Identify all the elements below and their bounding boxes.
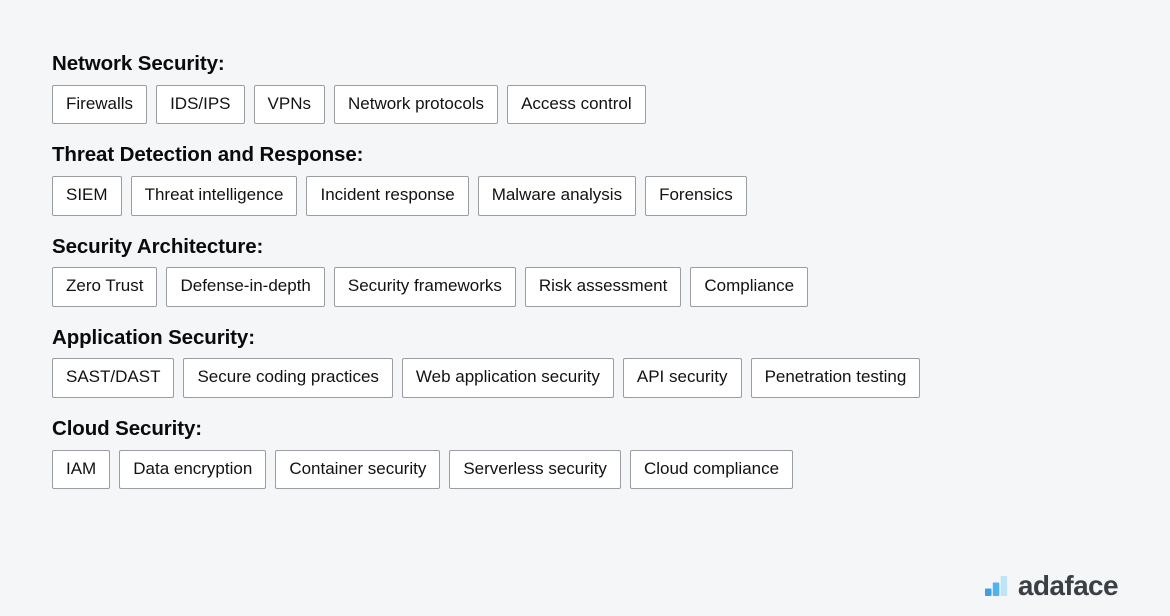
skill-tag[interactable]: Penetration testing <box>750 358 921 399</box>
section-heading: Security Architecture: <box>52 234 264 258</box>
skill-tag[interactable]: Access control <box>507 84 646 125</box>
skill-tag[interactable]: Incident response <box>306 175 469 216</box>
section-heading: Threat Detection and Response: <box>52 143 364 167</box>
skill-tag[interactable]: IDS/IPS <box>156 84 245 125</box>
skill-tag[interactable]: Forensics <box>645 175 747 216</box>
skill-tag[interactable]: Malware analysis <box>477 175 637 216</box>
bar-chart-logo-icon <box>984 573 1010 599</box>
skill-tag[interactable]: Data encryption <box>119 449 267 490</box>
skill-tag[interactable]: Network protocols <box>334 84 499 125</box>
tag-row: SIEM Threat intelligence Incident respon… <box>52 175 1170 216</box>
tag-row: IAM Data encryption Container security S… <box>52 449 1170 490</box>
section-heading: Application Security: <box>52 325 255 349</box>
skill-tag[interactable]: Defense-in-depth <box>166 267 325 307</box>
skill-tag[interactable]: API security <box>622 358 742 399</box>
brand-logo: adaface <box>984 570 1119 601</box>
skill-tag[interactable]: Zero Trust <box>52 267 158 307</box>
skill-tag[interactable]: Security frameworks <box>333 267 516 307</box>
section-application-security: Application Security: SAST/DAST Secure c… <box>52 325 1170 399</box>
skill-tag[interactable]: Cloud compliance <box>629 449 794 490</box>
skills-overview-page: Network Security: Firewalls IDS/IPS VPNs… <box>0 0 1170 616</box>
tag-row: Zero Trust Defense-in-depth Security fra… <box>52 267 1170 307</box>
skill-tag[interactable]: VPNs <box>253 84 325 125</box>
skill-tag[interactable]: Risk assessment <box>524 267 682 307</box>
skill-tag[interactable]: SIEM <box>52 175 122 216</box>
section-network-security: Network Security: Firewalls IDS/IPS VPNs… <box>52 52 1170 125</box>
section-heading: Cloud Security: <box>52 417 202 441</box>
skill-tag[interactable]: Container security <box>275 449 441 490</box>
skill-tag[interactable]: Threat intelligence <box>130 175 298 216</box>
skill-tag[interactable]: Serverless security <box>449 449 621 490</box>
skill-tag[interactable]: Secure coding practices <box>183 358 393 399</box>
tag-row: SAST/DAST Secure coding practices Web ap… <box>52 358 1170 399</box>
section-heading: Network Security: <box>52 52 225 75</box>
brand-name: adaface <box>1017 570 1119 601</box>
skill-tag[interactable]: SAST/DAST <box>52 358 175 399</box>
tag-row: Firewalls IDS/IPS VPNs Network protocols… <box>52 84 1170 125</box>
section-security-architecture: Security Architecture: Zero Trust Defens… <box>52 235 1170 307</box>
section-cloud-security: Cloud Security: IAM Data encryption Cont… <box>52 417 1170 490</box>
skill-tag[interactable]: Compliance <box>690 267 809 307</box>
section-threat-detection-and-response: Threat Detection and Response: SIEM Thre… <box>52 143 1170 216</box>
skill-tag[interactable]: Web application security <box>401 358 614 399</box>
skill-tag[interactable]: IAM <box>52 449 111 490</box>
skill-tag[interactable]: Firewalls <box>52 84 148 125</box>
